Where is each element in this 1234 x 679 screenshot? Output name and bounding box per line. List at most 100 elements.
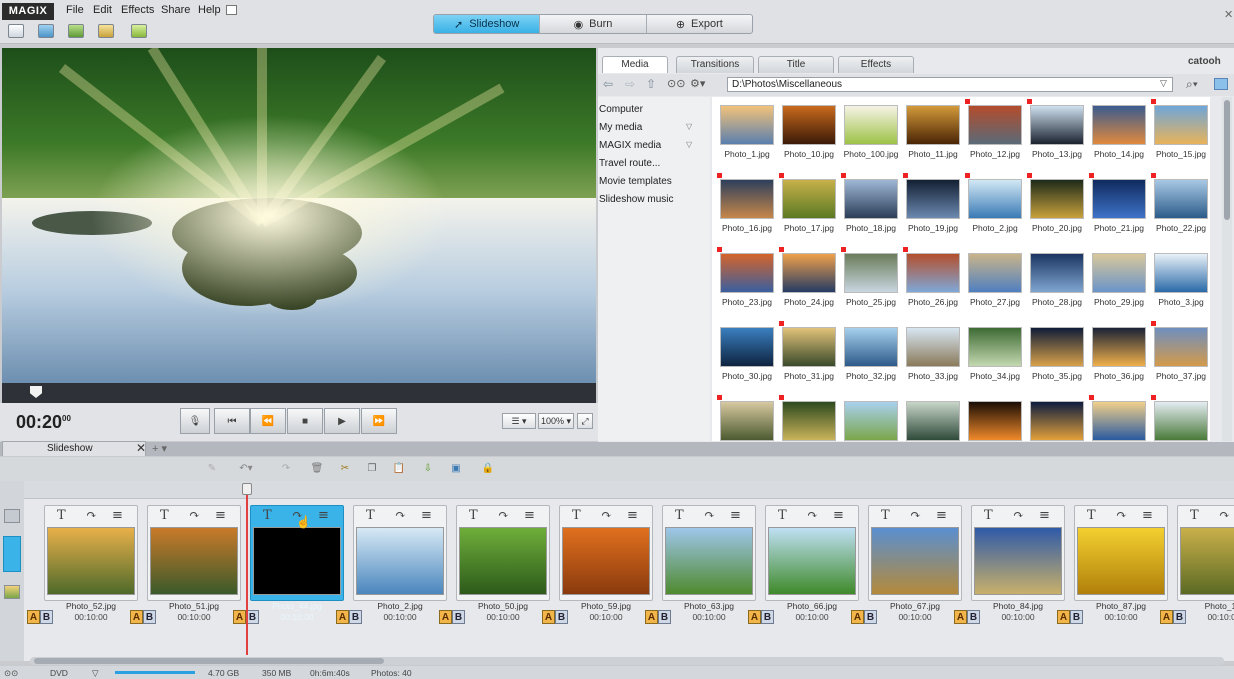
media-thumbnail[interactable]: Photo_16.jpg — [716, 173, 778, 243]
chevron-down-icon[interactable]: ▽ — [686, 122, 692, 131]
media-thumbnail[interactable]: Photo_29.jpg — [1088, 247, 1150, 317]
settings-icon[interactable]: ≡ — [524, 508, 535, 523]
media-thumbnail[interactable]: Photo_27.jpg — [964, 247, 1026, 317]
media-thumbnail[interactable] — [840, 395, 902, 441]
media-thumbnail[interactable]: Photo_35.jpg — [1026, 321, 1088, 391]
disc-format[interactable]: DVD — [50, 668, 68, 678]
media-thumbnail[interactable]: Photo_23.jpg — [716, 247, 778, 317]
preview-scrubber[interactable] — [2, 383, 596, 403]
timeline-view-icon[interactable] — [3, 536, 21, 572]
tab-media[interactable]: Media — [602, 56, 668, 73]
fullscreen-button[interactable]: ⤢ — [577, 413, 593, 429]
media-thumbnail[interactable]: Photo_24.jpg — [778, 247, 840, 317]
timeline-clip[interactable]: T ↷ ≡ Photo_51.jpg 00:10:00 — [147, 505, 241, 625]
text-icon[interactable]: T — [57, 508, 66, 523]
tree-item-travel-route[interactable]: Travel route... — [599, 158, 660, 169]
media-thumbnail[interactable] — [778, 395, 840, 441]
media-thumbnail[interactable]: Photo_20.jpg — [1026, 173, 1088, 243]
up-folder-icon[interactable]: ⇧ — [646, 77, 656, 91]
menu-help[interactable]: Help — [198, 4, 221, 16]
playhead[interactable] — [246, 490, 248, 655]
copy-icon[interactable]: ❐ — [364, 461, 380, 476]
forward-arrow-icon[interactable]: ⇨ — [625, 77, 635, 91]
rotate-icon[interactable]: ↷ — [601, 508, 612, 523]
timeline-clip[interactable]: T ↷ ≡ Photo_2.jpg 00:10:00 — [353, 505, 447, 625]
settings-icon[interactable]: ≡ — [627, 508, 638, 523]
path-dropdown-icon[interactable]: ▽ — [1160, 78, 1167, 89]
view-menu-select[interactable]: ☰ ▾ — [502, 413, 536, 429]
timeline-scrollbar-thumb[interactable] — [34, 658, 384, 664]
menu-share[interactable]: Share — [161, 4, 190, 16]
text-icon[interactable]: T — [572, 508, 581, 523]
open-folder-icon[interactable] — [38, 24, 54, 38]
settings-icon[interactable]: ≡ — [215, 508, 226, 523]
menu-file[interactable]: File — [66, 4, 84, 16]
text-icon[interactable]: T — [469, 508, 478, 523]
rotate-icon[interactable]: ↷ — [189, 508, 200, 523]
rotate-icon[interactable]: ↷ — [498, 508, 509, 523]
record-audio-button[interactable]: 🎙 — [180, 408, 210, 434]
preview-monitor[interactable] — [2, 48, 596, 383]
rotate-icon[interactable]: ↷ — [1013, 508, 1024, 523]
multiview-icon[interactable]: ▣ — [448, 461, 464, 476]
settings-icon[interactable]: ≡ — [833, 508, 844, 523]
fast-forward-button[interactable]: ⏩ — [361, 408, 397, 434]
playhead-handle[interactable] — [242, 483, 252, 495]
media-thumbnail[interactable] — [1026, 395, 1088, 441]
pen-icon[interactable]: ✎ — [204, 461, 220, 476]
media-thumbnail[interactable]: Photo_14.jpg — [1088, 99, 1150, 169]
help-balloon-icon[interactable] — [226, 5, 237, 15]
media-thumbnail[interactable]: Photo_12.jpg — [964, 99, 1026, 169]
view-options-icon[interactable]: ⚙▾ — [690, 77, 705, 90]
text-icon[interactable]: T — [263, 508, 272, 523]
tree-item-my-media[interactable]: My media — [599, 122, 642, 133]
search-icon[interactable]: ⌕▾ — [1186, 77, 1198, 92]
media-thumbnail[interactable]: Photo_3.jpg — [1150, 247, 1210, 317]
tree-item-magix-media[interactable]: MAGIX media — [599, 140, 661, 151]
transition-ab-button[interactable]: AB — [954, 610, 980, 624]
text-icon[interactable]: T — [778, 508, 787, 523]
close-icon[interactable]: ✕ — [136, 441, 146, 455]
media-thumbnail[interactable] — [964, 395, 1026, 441]
media-thumbnail[interactable] — [1150, 395, 1210, 441]
media-thumbnail[interactable]: Photo_25.jpg — [840, 247, 902, 317]
text-icon[interactable]: T — [984, 508, 993, 523]
timeline-ruler[interactable] — [24, 481, 1234, 499]
play-button[interactable]: ▶ — [324, 408, 360, 434]
redo-icon[interactable]: ↷ — [278, 461, 294, 476]
settings-icon[interactable]: ≡ — [421, 508, 432, 523]
undo-icon[interactable]: ↶▾ — [238, 461, 254, 476]
pin-icon[interactable]: ✕ — [1224, 8, 1233, 21]
text-icon[interactable]: T — [1087, 508, 1096, 523]
rotate-icon[interactable]: ↷ — [807, 508, 818, 523]
wizard-icon[interactable] — [131, 24, 147, 38]
add-tab-icon[interactable]: + ▾ — [152, 442, 167, 455]
transition-ab-button[interactable]: AB — [1160, 610, 1186, 624]
transition-ab-button[interactable]: AB — [645, 610, 671, 624]
media-thumbnail[interactable]: Photo_17.jpg — [778, 173, 840, 243]
tree-item-movie-templates[interactable]: Movie templates — [599, 176, 672, 187]
rotate-icon[interactable]: ↷ — [86, 508, 97, 523]
media-thumbnail[interactable]: Photo_1.jpg — [716, 99, 778, 169]
timeline-clip[interactable]: T ↷ ≡ Photo_87.jpg 00:10:00 — [1074, 505, 1168, 625]
mode-burn[interactable]: ◉ Burn — [540, 15, 647, 33]
go-to-start-button[interactable]: ⏮ — [214, 408, 250, 434]
text-icon[interactable]: T — [366, 508, 375, 523]
import-icon[interactable] — [98, 24, 114, 38]
media-thumbnail[interactable]: Photo_10.jpg — [778, 99, 840, 169]
menu-effects[interactable]: Effects — [121, 4, 154, 16]
mode-export[interactable]: ⊕ Export — [647, 15, 752, 33]
media-thumbnail[interactable]: Photo_2.jpg — [964, 173, 1026, 243]
transition-ab-button[interactable]: AB — [851, 610, 877, 624]
tab-title[interactable]: Title — [758, 56, 834, 73]
zoom-select[interactable]: 100% ▾ — [538, 413, 574, 429]
settings-icon[interactable]: ≡ — [112, 508, 123, 523]
rotate-icon[interactable]: ↷ — [1116, 508, 1127, 523]
rotate-icon[interactable]: ↷ — [704, 508, 715, 523]
settings-icon[interactable]: ≡ — [1142, 508, 1153, 523]
timeline-clip[interactable]: T ↷ ≡ Photo_59.jpg 00:10:00 — [559, 505, 653, 625]
media-thumbnail[interactable]: Photo_26.jpg — [902, 247, 964, 317]
media-thumbnail[interactable] — [1088, 395, 1150, 441]
format-dropdown-icon[interactable]: ▽ — [92, 668, 99, 679]
media-thumbnail[interactable]: Photo_22.jpg — [1150, 173, 1210, 243]
